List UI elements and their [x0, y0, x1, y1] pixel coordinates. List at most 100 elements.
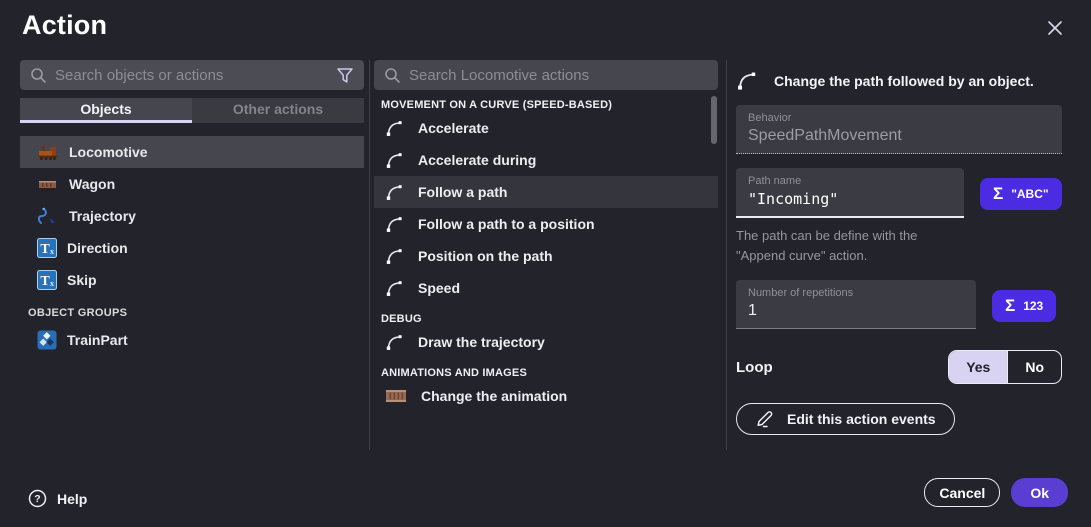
path-name-helper-text: The path can be define with the "Append … — [736, 226, 1062, 266]
action-item-draw-the-trajectory[interactable]: Draw the trajectory — [374, 326, 718, 358]
locomotive-icon — [37, 142, 59, 162]
object-item-trajectory[interactable]: Trajectory — [20, 200, 364, 232]
section-header: ANIMATIONS AND IMAGES — [381, 367, 718, 379]
action-item-change-the-animation[interactable]: Change the animation — [374, 380, 718, 412]
object-item-label: Direction — [67, 240, 128, 256]
loop-toggle: Yes No — [948, 350, 1062, 384]
ok-button[interactable]: Ok — [1011, 478, 1068, 507]
expression-editor-button-label: "ABC" — [1011, 187, 1048, 201]
objects-search[interactable] — [20, 60, 364, 90]
object-item-locomotive[interactable]: Locomotive — [20, 136, 364, 168]
expression-editor-button-123[interactable]: Σ 123 — [992, 290, 1056, 322]
wagon-icon — [37, 174, 59, 194]
action-item-accelerate-during[interactable]: Accelerate during — [374, 144, 718, 176]
filter-icon[interactable] — [336, 67, 354, 84]
object-item-label: Trajectory — [69, 208, 136, 224]
curve-icon — [385, 247, 404, 266]
loop-label: Loop — [736, 359, 773, 376]
objects-search-input[interactable] — [55, 67, 328, 84]
panel-divider-right — [726, 60, 727, 450]
action-item-label: Accelerate during — [418, 152, 536, 168]
action-item-position-on-the-path[interactable]: Position on the path — [374, 240, 718, 272]
action-item-accelerate[interactable]: Accelerate — [374, 112, 718, 144]
curve-icon — [385, 183, 404, 202]
close-icon[interactable] — [1043, 16, 1067, 40]
object-item-wagon[interactable]: Wagon — [20, 168, 364, 200]
action-item-label: Change the animation — [421, 388, 567, 404]
tab-other-actions[interactable]: Other actions — [192, 98, 364, 123]
loop-toggle-no[interactable]: No — [1007, 351, 1061, 383]
svg-text:x: x — [50, 247, 54, 256]
curve-icon — [385, 119, 404, 138]
action-item-follow-a-path-to-a-position[interactable]: Follow a path to a position — [374, 208, 718, 240]
object-item-label: TrainPart — [67, 332, 128, 348]
search-icon — [384, 67, 401, 84]
cancel-button[interactable]: Cancel — [924, 478, 1000, 507]
curve-icon — [736, 70, 758, 92]
help-link[interactable]: ? Help — [28, 489, 87, 508]
edit-action-events-button[interactable]: Edit this action events — [736, 403, 955, 435]
action-config-panel: Change the path followed by an object. B… — [736, 60, 1062, 435]
object-list: Locomotive Wagon Trajectory Tx Direction… — [20, 136, 364, 356]
actions-search-input[interactable] — [409, 67, 708, 84]
help-icon: ? — [28, 489, 47, 508]
svg-text:x: x — [50, 279, 54, 288]
svg-text:T: T — [40, 274, 50, 289]
curve-icon — [385, 151, 404, 170]
action-description-row: Change the path followed by an object. — [736, 70, 1062, 92]
action-description: Change the path followed by an object. — [774, 73, 1034, 89]
object-item-label: Locomotive — [69, 144, 148, 160]
trajectory-icon — [37, 206, 59, 226]
help-label: Help — [57, 491, 87, 507]
object-item-trainpart[interactable]: TrainPart — [20, 324, 364, 356]
repetitions-field[interactable]: Number of repetitions 1 — [736, 280, 976, 329]
object-group-icon — [37, 330, 57, 350]
loop-row: Loop Yes No — [736, 350, 1062, 384]
behavior-field-label: Behavior — [748, 112, 1050, 124]
action-item-label: Accelerate — [418, 120, 489, 136]
tab-objects[interactable]: Objects — [20, 98, 192, 123]
pencil-icon — [755, 410, 775, 428]
action-item-label: Speed — [418, 280, 460, 296]
section-header: DEBUG — [381, 313, 718, 325]
sigma-icon: Σ — [1005, 296, 1015, 316]
panel-divider-left — [369, 60, 370, 450]
expression-editor-button-abc[interactable]: Σ "ABC" — [980, 178, 1062, 210]
objects-panel: Objects Other actions Locomotive Wagon T… — [20, 60, 364, 356]
action-item-label: Follow a path — [418, 184, 507, 200]
svg-text:T: T — [40, 242, 50, 257]
section-header: MOVEMENT ON A CURVE (SPEED-BASED) — [381, 99, 718, 111]
expression-editor-button-label: 123 — [1023, 299, 1043, 313]
edit-action-events-label: Edit this action events — [787, 411, 936, 427]
actions-panel: MOVEMENT ON A CURVE (SPEED-BASED) Accele… — [374, 60, 718, 450]
path-name-field[interactable]: Path name "Incoming" — [736, 168, 964, 218]
text-object-icon: Tx — [37, 270, 57, 290]
action-item-speed[interactable]: Speed — [374, 272, 718, 304]
object-item-label: Wagon — [69, 176, 115, 192]
repetitions-field-value[interactable]: 1 — [748, 302, 964, 320]
text-object-icon: Tx — [37, 238, 57, 258]
curve-icon — [385, 279, 404, 298]
action-item-follow-a-path[interactable]: Follow a path — [374, 176, 718, 208]
action-item-label: Position on the path — [418, 248, 553, 264]
behavior-field-value: SpeedPathMovement — [748, 127, 1050, 145]
object-item-skip[interactable]: Tx Skip — [20, 264, 364, 296]
page-title: Action — [22, 10, 107, 41]
action-item-label: Draw the trajectory — [418, 334, 545, 350]
path-name-field-label: Path name — [748, 175, 952, 187]
svg-text:?: ? — [34, 493, 40, 505]
search-icon — [30, 67, 47, 84]
object-item-direction[interactable]: Tx Direction — [20, 232, 364, 264]
object-item-label: Skip — [67, 272, 97, 288]
actions-search[interactable] — [374, 60, 718, 90]
action-item-label: Follow a path to a position — [418, 216, 595, 232]
loop-toggle-yes[interactable]: Yes — [949, 351, 1007, 383]
curve-icon — [385, 215, 404, 234]
repetitions-field-label: Number of repetitions — [748, 287, 964, 299]
behavior-field: Behavior SpeedPathMovement — [736, 105, 1062, 154]
object-tabs: Objects Other actions — [20, 98, 364, 123]
scrollbar-thumb[interactable] — [711, 96, 717, 144]
sigma-icon: Σ — [993, 184, 1003, 204]
path-name-field-value[interactable]: "Incoming" — [748, 190, 952, 208]
curve-icon — [385, 333, 404, 352]
